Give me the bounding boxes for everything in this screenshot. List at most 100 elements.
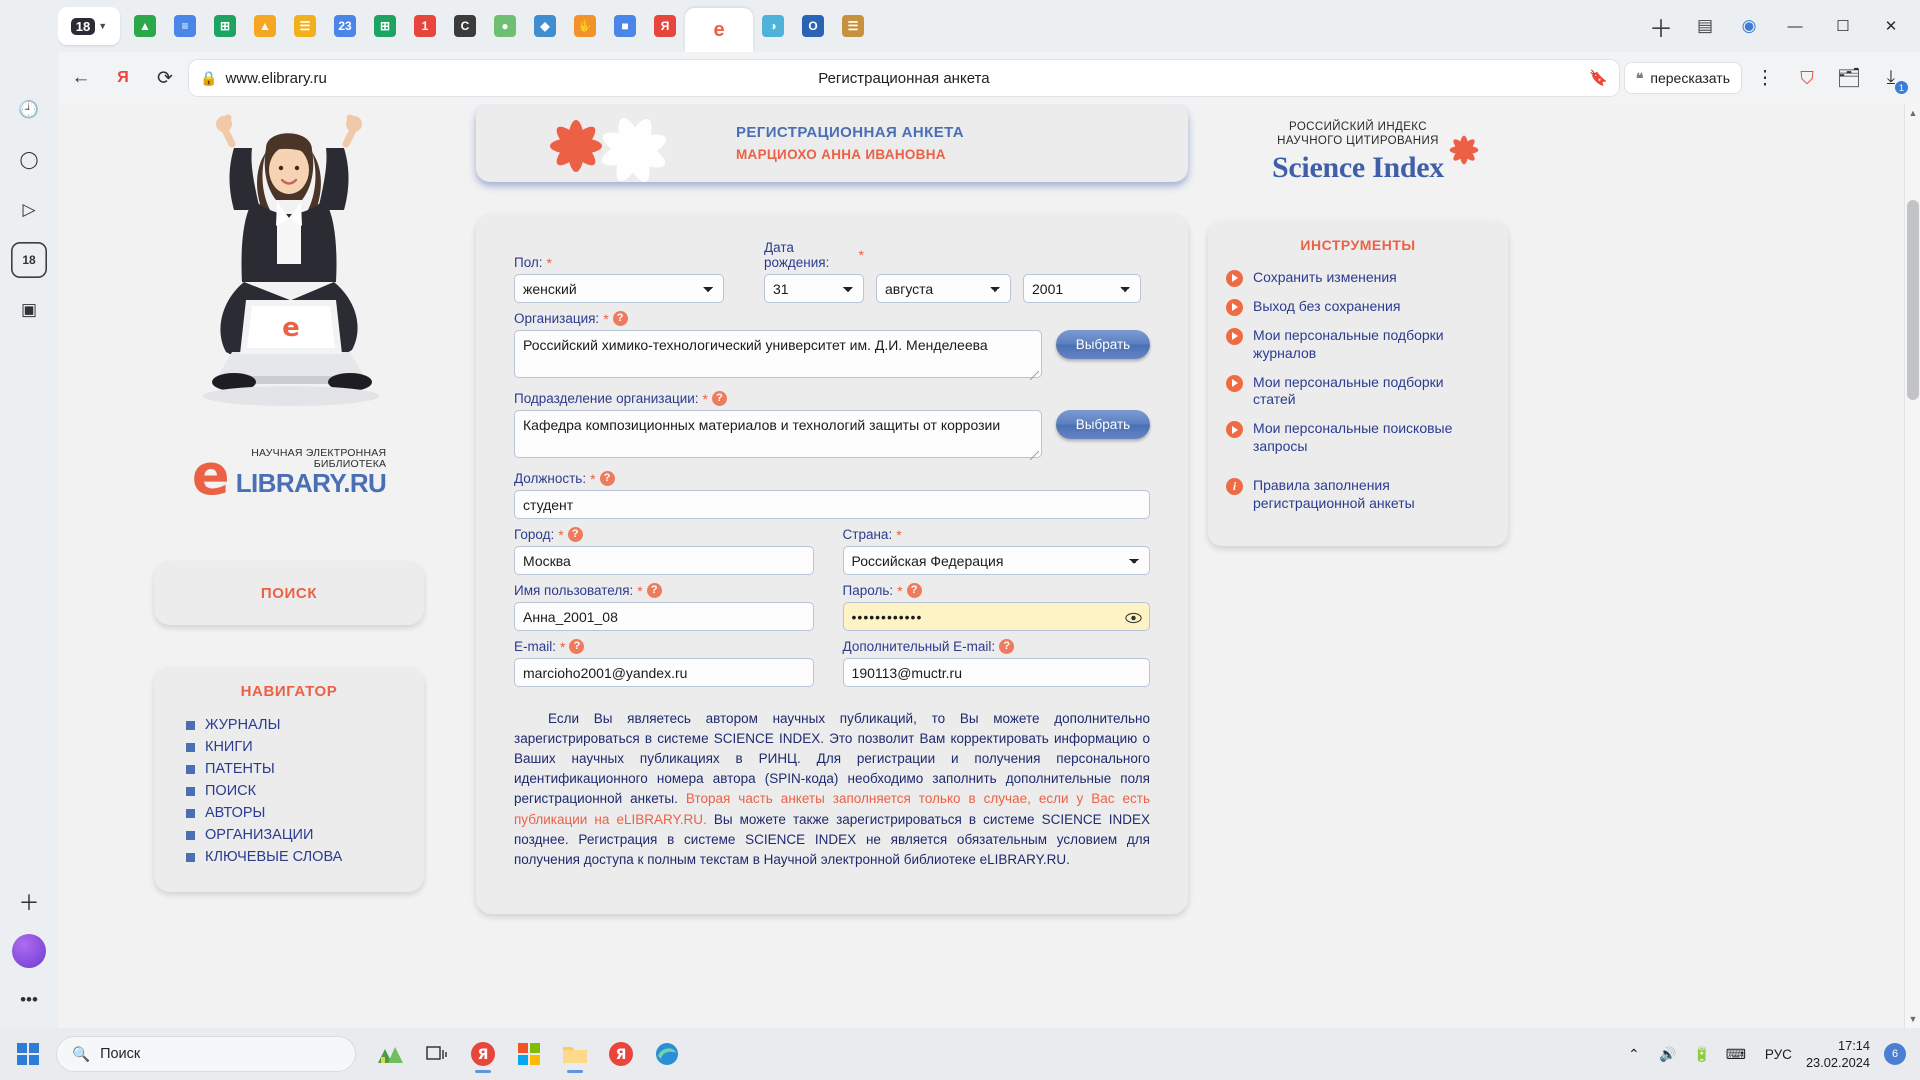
widgets-icon[interactable] bbox=[370, 1033, 412, 1075]
scroll-up-arrow[interactable]: ▲ bbox=[1905, 104, 1920, 122]
navigator-item[interactable]: ПОИСК bbox=[172, 780, 406, 802]
task-view-icon[interactable] bbox=[416, 1033, 458, 1075]
help-icon[interactable]: ? bbox=[712, 391, 727, 406]
adblock-shield-icon[interactable]: ⛉ bbox=[1788, 59, 1826, 97]
keyboard-icon[interactable]: ⌨ bbox=[1721, 1034, 1751, 1074]
back-button[interactable]: ← bbox=[62, 59, 100, 97]
help-icon[interactable]: ? bbox=[567, 527, 583, 542]
drive2-tab[interactable]: ▲ bbox=[245, 6, 285, 46]
drive-tab[interactable]: ▲ bbox=[125, 6, 165, 46]
navigator-item[interactable]: ЖУРНАЛЫ bbox=[172, 714, 406, 736]
explorer-icon[interactable] bbox=[554, 1033, 596, 1075]
three-dots-icon[interactable]: ⋮ bbox=[1746, 59, 1784, 97]
navigator-item[interactable]: КНИГИ bbox=[172, 736, 406, 758]
water-tab[interactable]: ◑ bbox=[753, 6, 793, 46]
username-input[interactable] bbox=[514, 602, 814, 631]
windows-start-icon[interactable] bbox=[6, 1034, 50, 1074]
birth-day-select[interactable]: 31 bbox=[764, 274, 864, 303]
outlook-tab[interactable]: O bbox=[793, 6, 833, 46]
tab-group-button[interactable]: 18 ▼ bbox=[58, 7, 120, 45]
eye-icon[interactable] bbox=[1125, 611, 1142, 624]
email-input[interactable] bbox=[514, 658, 814, 687]
hand-tab[interactable]: ✋ bbox=[565, 6, 605, 46]
docs-tab[interactable]: ≡ bbox=[165, 6, 205, 46]
screenshot-icon[interactable]: ▣ bbox=[11, 292, 47, 328]
collections-panel-icon[interactable]: 🗂 bbox=[1830, 59, 1868, 97]
tray-chevron-icon[interactable]: ⌃ bbox=[1619, 1034, 1649, 1074]
help-icon[interactable]: ? bbox=[999, 639, 1015, 654]
sheets-green-tab[interactable]: ⊞ bbox=[205, 6, 245, 46]
volume-icon[interactable]: 🔊 bbox=[1653, 1034, 1683, 1074]
language-indicator[interactable]: РУС bbox=[1755, 1047, 1802, 1062]
downloads-icon[interactable]: ⤓ 1 bbox=[1872, 59, 1910, 97]
yandex-red-tab[interactable]: Я bbox=[645, 6, 685, 46]
elibrary-tab[interactable]: e bbox=[685, 8, 753, 52]
email-extra-input[interactable] bbox=[842, 658, 1150, 687]
alice-assistant-icon[interactable] bbox=[12, 934, 46, 968]
subdivision-input[interactable]: Кафедра композиционных материалов и техн… bbox=[514, 410, 1042, 458]
close-button[interactable]: ✕ bbox=[1868, 6, 1914, 46]
navigator-item[interactable]: ОРГАНИЗАЦИИ bbox=[172, 824, 406, 846]
page-scrollbar[interactable]: ▲ ▼ bbox=[1904, 104, 1920, 1028]
yandex-icon[interactable]: Я bbox=[600, 1033, 642, 1075]
elibrary-logo[interactable]: e НАУЧНАЯ ЭЛЕКТРОННАЯ БИБЛИОТЕКА LIBRARY… bbox=[154, 447, 424, 503]
new-tab-button[interactable]: ＋ bbox=[1640, 6, 1682, 46]
city-input[interactable] bbox=[514, 546, 814, 575]
tools-rules-link[interactable]: Правила заполнения регистрационной анкет… bbox=[1226, 477, 1490, 513]
tools-item[interactable]: Мои персональные поисковые запросы bbox=[1226, 420, 1490, 456]
notifications-badge[interactable]: 6 bbox=[1884, 1043, 1906, 1065]
add-panel-icon[interactable]: ＋ bbox=[11, 884, 47, 920]
resize-grip[interactable] bbox=[1030, 371, 1039, 380]
slides-tab[interactable]: ☰ bbox=[285, 6, 325, 46]
c-tab[interactable]: C bbox=[445, 6, 485, 46]
help-icon[interactable]: ? bbox=[599, 471, 615, 486]
help-icon[interactable]: ? bbox=[646, 583, 662, 598]
store-icon[interactable] bbox=[508, 1033, 550, 1075]
subdivision-choose-button[interactable]: Выбрать bbox=[1056, 410, 1150, 439]
birth-month-select[interactable]: августа bbox=[876, 274, 1011, 303]
scroll-thumb[interactable] bbox=[1907, 200, 1919, 400]
chat-tab[interactable]: ■ bbox=[605, 6, 645, 46]
blue-tab[interactable]: ◆ bbox=[525, 6, 565, 46]
calendar-tab[interactable]: 23 bbox=[325, 6, 365, 46]
birth-year-select[interactable]: 2001 bbox=[1023, 274, 1141, 303]
video-icon[interactable]: ▷ bbox=[11, 192, 47, 228]
history-icon[interactable]: 🕘 bbox=[11, 92, 47, 128]
minimize-button[interactable]: — bbox=[1772, 6, 1818, 46]
yandex-browser-icon[interactable]: Я bbox=[462, 1033, 504, 1075]
scroll-down-arrow[interactable]: ▼ bbox=[1905, 1010, 1920, 1028]
reload-button[interactable]: ⟳ bbox=[146, 59, 184, 97]
tools-item[interactable]: Мои персональные подборки статей bbox=[1226, 374, 1490, 410]
address-bar[interactable]: 🔒 www.elibrary.ru Регистрационная анкета… bbox=[188, 59, 1620, 97]
tools-item[interactable]: Выход без сохранения bbox=[1226, 298, 1490, 316]
more-dots-icon[interactable]: ••• bbox=[11, 982, 47, 1018]
collections-icon[interactable]: ▤ bbox=[1684, 6, 1726, 46]
yandex-logo-icon[interactable]: Я bbox=[104, 59, 142, 97]
navigator-item[interactable]: КЛЮЧЕВЫЕ СЛОВА bbox=[172, 846, 406, 868]
books-tab[interactable]: ☰ bbox=[833, 6, 873, 46]
search-panel[interactable]: ПОИСК bbox=[154, 561, 424, 626]
help-icon[interactable]: ? bbox=[569, 639, 585, 654]
navigator-item[interactable]: ПАТЕНТЫ bbox=[172, 758, 406, 780]
retell-button[interactable]: ❝ пересказать bbox=[1623, 62, 1742, 94]
help-icon[interactable]: ? bbox=[612, 311, 628, 326]
taskbar-search[interactable]: 🔍 Поиск bbox=[56, 1036, 356, 1072]
organization-input[interactable]: Российский химико-технологический универ… bbox=[514, 330, 1042, 378]
battery-icon[interactable]: 🔋 bbox=[1687, 1034, 1717, 1074]
country-select[interactable]: Российская Федерация bbox=[842, 546, 1150, 575]
maximize-button[interactable]: ☐ bbox=[1820, 6, 1866, 46]
clock[interactable]: 17:14 23.02.2024 bbox=[1806, 1037, 1880, 1072]
sync-icon[interactable]: ◉ bbox=[1728, 6, 1770, 46]
messenger-icon[interactable]: ◯ bbox=[11, 142, 47, 178]
calendar-red-tab[interactable]: 1 bbox=[405, 6, 445, 46]
bookmark-star-icon[interactable]: 🔖 bbox=[1589, 69, 1608, 87]
edge-icon[interactable] bbox=[646, 1033, 688, 1075]
globe-tab[interactable]: ● bbox=[485, 6, 525, 46]
resize-grip[interactable] bbox=[1030, 451, 1039, 460]
tools-item[interactable]: Мои персональные подборки журналов bbox=[1226, 327, 1490, 363]
sheets-tab[interactable]: ⊞ bbox=[365, 6, 405, 46]
position-input[interactable] bbox=[514, 490, 1150, 519]
navigator-item[interactable]: АВТОРЫ bbox=[172, 802, 406, 824]
organization-choose-button[interactable]: Выбрать bbox=[1056, 330, 1150, 359]
tab-count-icon[interactable]: 18 bbox=[11, 242, 47, 278]
